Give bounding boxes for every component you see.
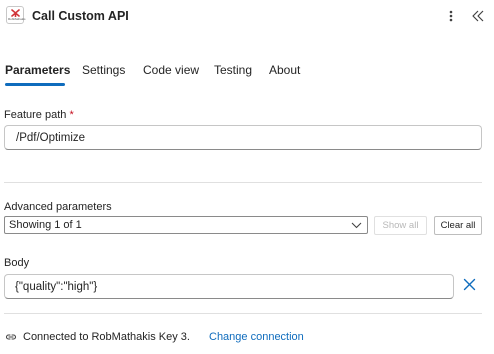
more-vertical-icon[interactable] [446,7,456,25]
section-divider [4,182,482,183]
tab-about[interactable]: About [269,56,300,86]
connector-logo-mark [11,9,20,17]
body-input[interactable]: {"quality":"high"} [4,274,454,299]
show-all-button[interactable]: Show all [374,216,427,235]
dropdown-selected-value: Showing 1 of 1 [9,219,82,231]
chevron-down-icon [351,222,362,229]
tab-label: About [269,63,301,77]
tab-code-view[interactable]: Code view [143,56,199,86]
tab-testing[interactable]: Testing [214,56,252,86]
required-marker: * [69,109,74,121]
double-chevron-left-icon[interactable] [470,7,486,25]
feature-path-label: Feature path * [4,109,74,121]
body-value: {"quality":"high"} [15,280,98,293]
tab-label: Code view [143,63,200,77]
tab-label: Settings [82,63,126,77]
feature-path-value: /Pdf/Optimize [16,131,86,144]
panel-header: RobMathakis Call Custom API [0,0,494,34]
panel-title: Call Custom API [32,9,129,23]
connection-link-icon [5,334,17,340]
feature-path-input[interactable]: /Pdf/Optimize [4,125,482,150]
tab-parameters[interactable]: Parameters [5,56,71,86]
feature-path-label-text: Feature path [4,109,67,121]
section-divider [4,313,482,314]
tab-label: Testing [214,63,253,77]
advanced-parameters-label: Advanced parameters [4,201,112,213]
tab-settings[interactable]: Settings [82,56,125,86]
connection-status-text: Connected to RobMathakis Key 3. [23,331,190,343]
clear-all-button[interactable]: Clear all [434,216,482,235]
tab-label: Parameters [5,63,71,77]
body-label: Body [4,257,30,269]
change-connection-link[interactable]: Change connection [209,331,304,343]
connector-logo: RobMathakis [6,6,26,24]
active-tab-indicator [5,83,65,86]
advanced-parameters-dropdown[interactable]: Showing 1 of 1 [4,216,368,234]
connector-logo-text: RobMathakis [8,17,26,21]
remove-parameter-icon[interactable] [463,278,476,291]
